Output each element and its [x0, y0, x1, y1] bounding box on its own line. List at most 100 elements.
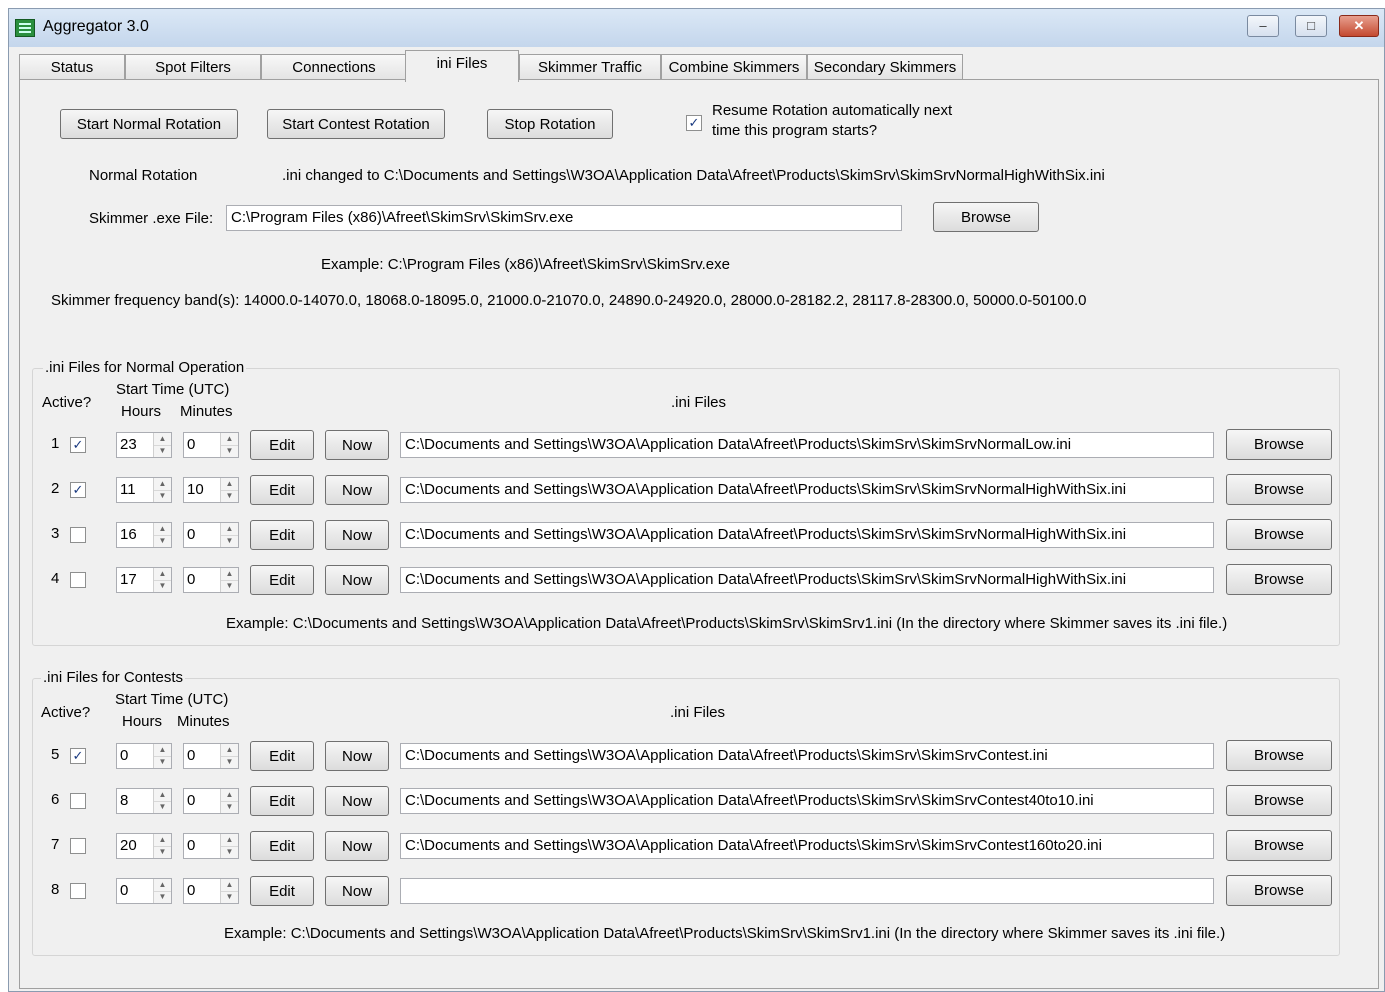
edit-button[interactable]: Edit	[250, 831, 314, 861]
tab-ini-files[interactable]: ini Files	[405, 50, 519, 82]
hours-spinner[interactable]: 11 ▲ ▼	[116, 477, 172, 503]
ini-file-path-field[interactable]	[400, 878, 1214, 904]
contest-group-title: .ini Files for Contests	[41, 669, 186, 686]
tab-status[interactable]: Status	[19, 54, 125, 81]
minutes-spinner[interactable]: 0 ▲ ▼	[183, 567, 239, 593]
ini-file-browse-button[interactable]: Browse	[1226, 519, 1332, 550]
hours-spinner[interactable]: 23 ▲ ▼	[116, 432, 172, 458]
ini-file-path-field[interactable]: C:\Documents and Settings\W3OA\Applicati…	[400, 788, 1214, 814]
spin-down-icon[interactable]: ▼	[154, 490, 171, 502]
spin-down-icon[interactable]: ▼	[221, 445, 238, 457]
ini-file-path-field[interactable]: C:\Documents and Settings\W3OA\Applicati…	[400, 432, 1214, 458]
ini-file-browse-button[interactable]: Browse	[1226, 785, 1332, 816]
skimmer-exe-browse-button[interactable]: Browse	[933, 202, 1039, 232]
now-button[interactable]: Now	[325, 876, 389, 906]
minutes-spinner[interactable]: 0 ▲ ▼	[183, 833, 239, 859]
row-active-checkbox[interactable]: ✓	[70, 748, 86, 764]
row-number: 1	[51, 435, 60, 452]
spin-down-icon[interactable]: ▼	[221, 580, 238, 592]
skimmer-exe-field[interactable]: C:\Program Files (x86)\Afreet\SkimSrv\Sk…	[226, 205, 902, 231]
hours-spinner[interactable]: 0 ▲ ▼	[116, 743, 172, 769]
hours-spinner[interactable]: 17 ▲ ▼	[116, 567, 172, 593]
close-icon[interactable]: ✕	[1339, 15, 1379, 37]
tab-connections[interactable]: Connections	[261, 54, 407, 81]
ini-file-browse-button[interactable]: Browse	[1226, 429, 1332, 460]
normal-example: Example: C:\Documents and Settings\W3OA\…	[226, 615, 1228, 632]
ini-files-header: .ini Files	[670, 704, 726, 721]
edit-button[interactable]: Edit	[250, 565, 314, 595]
row-active-checkbox[interactable]: ✓	[70, 482, 86, 498]
edit-button[interactable]: Edit	[250, 475, 314, 505]
edit-button[interactable]: Edit	[250, 876, 314, 906]
start-normal-rotation-button[interactable]: Start Normal Rotation	[60, 109, 238, 139]
ini-file-path-field[interactable]: C:\Documents and Settings\W3OA\Applicati…	[400, 833, 1214, 859]
spin-down-icon[interactable]: ▼	[221, 891, 238, 903]
spin-down-icon[interactable]: ▼	[154, 846, 171, 858]
start-contest-rotation-button[interactable]: Start Contest Rotation	[267, 109, 445, 139]
now-button[interactable]: Now	[325, 831, 389, 861]
tab-secondary-skimmers[interactable]: Secondary Skimmers	[807, 54, 963, 81]
ini-file-path-field[interactable]: C:\Documents and Settings\W3OA\Applicati…	[400, 522, 1214, 548]
minutes-spinner[interactable]: 0 ▲ ▼	[183, 743, 239, 769]
minutes-value: 0	[187, 747, 196, 764]
row-active-checkbox[interactable]	[70, 793, 86, 809]
hours-value: 0	[120, 747, 129, 764]
hours-value: 11	[120, 481, 136, 498]
ini-file-browse-button[interactable]: Browse	[1226, 830, 1332, 861]
hours-spinner[interactable]: 8 ▲ ▼	[116, 788, 172, 814]
minutes-spinner[interactable]: 0 ▲ ▼	[183, 878, 239, 904]
maximize-icon[interactable]: □	[1295, 15, 1327, 37]
edit-button[interactable]: Edit	[250, 786, 314, 816]
hours-spinner[interactable]: 20 ▲ ▼	[116, 833, 172, 859]
stop-rotation-button[interactable]: Stop Rotation	[487, 109, 613, 139]
minutes-value: 0	[187, 436, 196, 453]
spin-down-icon[interactable]: ▼	[221, 490, 238, 502]
tab-spot-filters[interactable]: Spot Filters	[125, 54, 261, 81]
row-number: 3	[51, 525, 60, 542]
spin-down-icon[interactable]: ▼	[154, 891, 171, 903]
minutes-spinner[interactable]: 10 ▲ ▼	[183, 477, 239, 503]
ini-file-browse-button[interactable]: Browse	[1226, 875, 1332, 906]
spin-down-icon[interactable]: ▼	[221, 535, 238, 547]
ini-file-path-field[interactable]: C:\Documents and Settings\W3OA\Applicati…	[400, 743, 1214, 769]
ini-file-path-field[interactable]: C:\Documents and Settings\W3OA\Applicati…	[400, 567, 1214, 593]
spin-down-icon[interactable]: ▼	[221, 756, 238, 768]
edit-button[interactable]: Edit	[250, 520, 314, 550]
ini-file-browse-button[interactable]: Browse	[1226, 740, 1332, 771]
spin-down-icon[interactable]: ▼	[221, 846, 238, 858]
row-number: 5	[51, 746, 60, 763]
minutes-spinner[interactable]: 0 ▲ ▼	[183, 432, 239, 458]
minutes-spinner[interactable]: 0 ▲ ▼	[183, 788, 239, 814]
ini-file-path-field[interactable]: C:\Documents and Settings\W3OA\Applicati…	[400, 477, 1214, 503]
spin-down-icon[interactable]: ▼	[154, 756, 171, 768]
row-active-checkbox[interactable]	[70, 527, 86, 543]
row-active-checkbox[interactable]	[70, 838, 86, 854]
spin-down-icon[interactable]: ▼	[154, 801, 171, 813]
now-button[interactable]: Now	[325, 741, 389, 771]
hours-spinner[interactable]: 0 ▲ ▼	[116, 878, 172, 904]
minutes-spinner[interactable]: 0 ▲ ▼	[183, 522, 239, 548]
now-button[interactable]: Now	[325, 565, 389, 595]
spin-down-icon[interactable]: ▼	[221, 801, 238, 813]
ini-file-browse-button[interactable]: Browse	[1226, 474, 1332, 505]
ini-file-browse-button[interactable]: Browse	[1226, 564, 1332, 595]
spin-down-icon[interactable]: ▼	[154, 580, 171, 592]
tab-combine-skimmers[interactable]: Combine Skimmers	[661, 54, 807, 81]
now-button[interactable]: Now	[325, 475, 389, 505]
tab-skimmer-traffic[interactable]: Skimmer Traffic	[519, 54, 661, 81]
now-button[interactable]: Now	[325, 430, 389, 460]
skimmer-exe-label: Skimmer .exe File:	[89, 210, 214, 227]
edit-button[interactable]: Edit	[250, 741, 314, 771]
row-active-checkbox[interactable]	[70, 572, 86, 588]
spin-down-icon[interactable]: ▼	[154, 535, 171, 547]
hours-spinner[interactable]: 16 ▲ ▼	[116, 522, 172, 548]
resume-rotation-label-line1: Resume Rotation automatically next	[712, 102, 953, 119]
row-active-checkbox[interactable]: ✓	[70, 437, 86, 453]
now-button[interactable]: Now	[325, 786, 389, 816]
resume-rotation-checkbox[interactable]: ✓	[686, 115, 702, 131]
row-active-checkbox[interactable]	[70, 883, 86, 899]
minimize-icon[interactable]: –	[1247, 15, 1279, 37]
now-button[interactable]: Now	[325, 520, 389, 550]
edit-button[interactable]: Edit	[250, 430, 314, 460]
spin-down-icon[interactable]: ▼	[154, 445, 171, 457]
